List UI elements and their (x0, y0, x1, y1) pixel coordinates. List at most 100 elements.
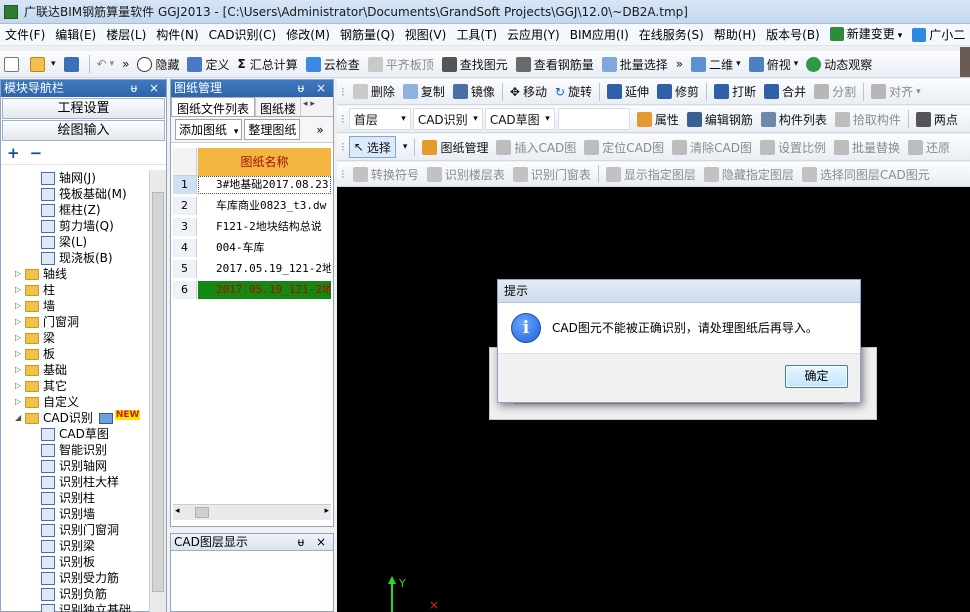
expand-all-icon[interactable]: + (7, 144, 20, 162)
pick-component-button[interactable]: 拾取构件 (831, 108, 905, 130)
col-drawing-name[interactable]: 图纸名称 (198, 148, 331, 176)
menu-item-4[interactable]: CAD识别(C) (204, 24, 282, 45)
cloud-check-button[interactable]: 云检查 (302, 53, 364, 75)
menu-item-11[interactable]: 在线服务(S) (634, 24, 709, 45)
drawing-name-cell[interactable]: F121-2地块结构总说 (198, 218, 331, 236)
component-list-button[interactable]: 构件列表 (757, 108, 831, 130)
expand-arrow-icon[interactable]: ▷ (15, 378, 25, 394)
tree-item-8[interactable]: ▷ 墙 (15, 298, 149, 314)
tree-item-16[interactable]: CAD草图 (15, 426, 149, 442)
tree-item-15[interactable]: ◢ CAD识别 NEW (15, 410, 149, 426)
rotate-button[interactable]: ↻ 旋转 (551, 81, 596, 103)
tree-item-25[interactable]: 识别受力筋 (15, 570, 149, 586)
summary-calc-button[interactable]: Σ 汇总计算 (234, 53, 302, 75)
menu-item-5[interactable]: 修改(M) (281, 24, 335, 45)
align-slab-top-button[interactable]: 平齐板顶 (364, 53, 438, 75)
insert-cad-button[interactable]: 插入CAD图 (492, 136, 580, 158)
table-row[interactable]: 3 F121-2地块结构总说 (173, 218, 331, 236)
expand-arrow-icon[interactable]: ▷ (15, 394, 25, 410)
show-layer-button[interactable]: 显示指定图层 (602, 163, 700, 185)
move-button[interactable]: ✥ 移动 (506, 81, 551, 103)
restore-button[interactable]: 还原 (904, 136, 954, 158)
menu-item-1[interactable]: 编辑(E) (50, 24, 101, 45)
tree-item-11[interactable]: ▷ 板 (15, 346, 149, 362)
grid-hscrollbar[interactable]: ◂ ▸ (173, 504, 331, 520)
menu-item-0[interactable]: 文件(F) (0, 24, 50, 45)
drawing-name-cell[interactable]: 004-车库 (198, 239, 331, 257)
toolbar-overflow-2[interactable]: » (672, 53, 687, 75)
open-file-button[interactable]: ▾ (26, 53, 60, 75)
tree-item-26[interactable]: 识别负筋 (15, 586, 149, 602)
menu-item-10[interactable]: BIM应用(I) (565, 24, 634, 45)
select-dropdown[interactable]: ▾ (396, 136, 412, 158)
top-view-button[interactable]: 俯视 ▾ (745, 53, 803, 75)
expand-arrow-icon[interactable]: ▷ (15, 362, 25, 378)
overflow-icon[interactable]: » (316, 123, 323, 137)
cad-type-select[interactable]: CAD草图 ▾ (484, 108, 555, 130)
tree-item-1[interactable]: 筏板基础(M) (15, 186, 149, 202)
user-avatar[interactable] (960, 47, 970, 77)
tab-drawing-files[interactable]: 图纸文件列表 (171, 97, 256, 116)
batch-replace-button[interactable]: 批量替换 (830, 136, 904, 158)
define-button[interactable]: 定义 (183, 53, 233, 75)
expand-arrow-icon[interactable]: ▷ (15, 298, 25, 314)
edit-rebar-button[interactable]: 编辑钢筋 (683, 108, 757, 130)
tree-item-14[interactable]: ▷ 自定义 (15, 394, 149, 410)
drawing-name-cell[interactable]: 2017.05.19_121-2地 (198, 281, 331, 299)
menu-item-3[interactable]: 构件(N) (151, 24, 203, 45)
scroll-right-arrow[interactable]: ▸ (324, 506, 329, 516)
tree-item-27[interactable]: 识别独立基础 (15, 602, 149, 612)
menu-item-6[interactable]: 钢筋量(Q) (335, 24, 400, 45)
identify-floor-table-button[interactable]: 识别楼层表 (423, 163, 509, 185)
property-button[interactable]: 属性 (633, 108, 683, 130)
trim-button[interactable]: 修剪 (653, 81, 703, 103)
tree-item-24[interactable]: 识别板 (15, 554, 149, 570)
expand-arrow-icon[interactable]: ▷ (15, 314, 25, 330)
panel-controls[interactable]: ᵾ × (298, 80, 333, 97)
2d-view-button[interactable]: 二维 ▾ (687, 53, 745, 75)
save-button[interactable] (60, 53, 86, 75)
tree-item-5[interactable]: 现浇板(B) (15, 250, 149, 266)
tab-scroll-arrows[interactable]: ◂ ▸ (301, 97, 317, 116)
panel-controls[interactable]: ᵾ × (131, 80, 166, 97)
table-row[interactable]: 2 车库商业0823_t3.dw (173, 197, 331, 215)
tree-item-3[interactable]: 剪力墙(Q) (15, 218, 149, 234)
tree-item-4[interactable]: 梁(L) (15, 234, 149, 250)
table-row[interactable]: 5 2017.05.19_121-2地 (173, 260, 331, 278)
undo-button[interactable]: ↶ ▾ (93, 53, 119, 75)
drawing-input-button[interactable]: 绘图输入 (2, 120, 165, 141)
drawing-name-cell[interactable]: 2017.05.19_121-2地 (198, 260, 331, 278)
hide-layer-button[interactable]: 隐藏指定图层 (700, 163, 798, 185)
drawing-mgmt-button[interactable]: 图纸管理 (418, 136, 492, 158)
delete-button[interactable]: 删除 (349, 81, 399, 103)
project-settings-button[interactable]: 工程设置 (2, 98, 165, 119)
component-select[interactable] (557, 108, 630, 130)
grid-scroll-thumb[interactable] (195, 507, 209, 518)
tree-item-10[interactable]: ▷ 梁 (15, 330, 149, 346)
locate-cad-button[interactable]: 定位CAD图 (580, 136, 668, 158)
arrange-drawing-button[interactable]: 整理图纸 (244, 119, 301, 140)
view-rebar-button[interactable]: 查看钢筋量 (512, 53, 598, 75)
menu-item-15[interactable]: 广小二 (907, 24, 970, 45)
merge-button[interactable]: 合并 (760, 81, 810, 103)
select-button[interactable]: ↖ 选择 (348, 136, 396, 158)
tree-item-2[interactable]: 框柱(Z) (15, 202, 149, 218)
expand-arrow-icon[interactable]: ▷ (15, 266, 25, 282)
collapse-arrow-icon[interactable]: ◢ (15, 410, 25, 426)
ok-button[interactable]: 确定 (785, 365, 848, 388)
collapse-all-icon[interactable]: − (30, 144, 43, 162)
tree-item-18[interactable]: 识别轴网 (15, 458, 149, 474)
tree-item-0[interactable]: 轴网(J) (15, 170, 149, 186)
tree-item-7[interactable]: ▷ 柱 (15, 282, 149, 298)
toolbar-overflow-1[interactable]: » (118, 53, 133, 75)
menu-item-14[interactable]: 新建变更 ▾ (825, 24, 908, 45)
menu-item-8[interactable]: 工具(T) (451, 24, 502, 45)
add-drawing-button[interactable]: 添加图纸 ▾ (175, 119, 243, 140)
select-same-layer-button[interactable]: 选择同图层CAD图元 (798, 163, 934, 185)
tree-item-19[interactable]: 识别柱大样 (15, 474, 149, 490)
break-button[interactable]: 打断 (710, 81, 760, 103)
cad-mode-select[interactable]: CAD识别 ▾ (412, 108, 483, 130)
tree-item-9[interactable]: ▷ 门窗洞 (15, 314, 149, 330)
tree-item-23[interactable]: 识别梁 (15, 538, 149, 554)
tree-scroll-thumb[interactable] (152, 192, 164, 592)
